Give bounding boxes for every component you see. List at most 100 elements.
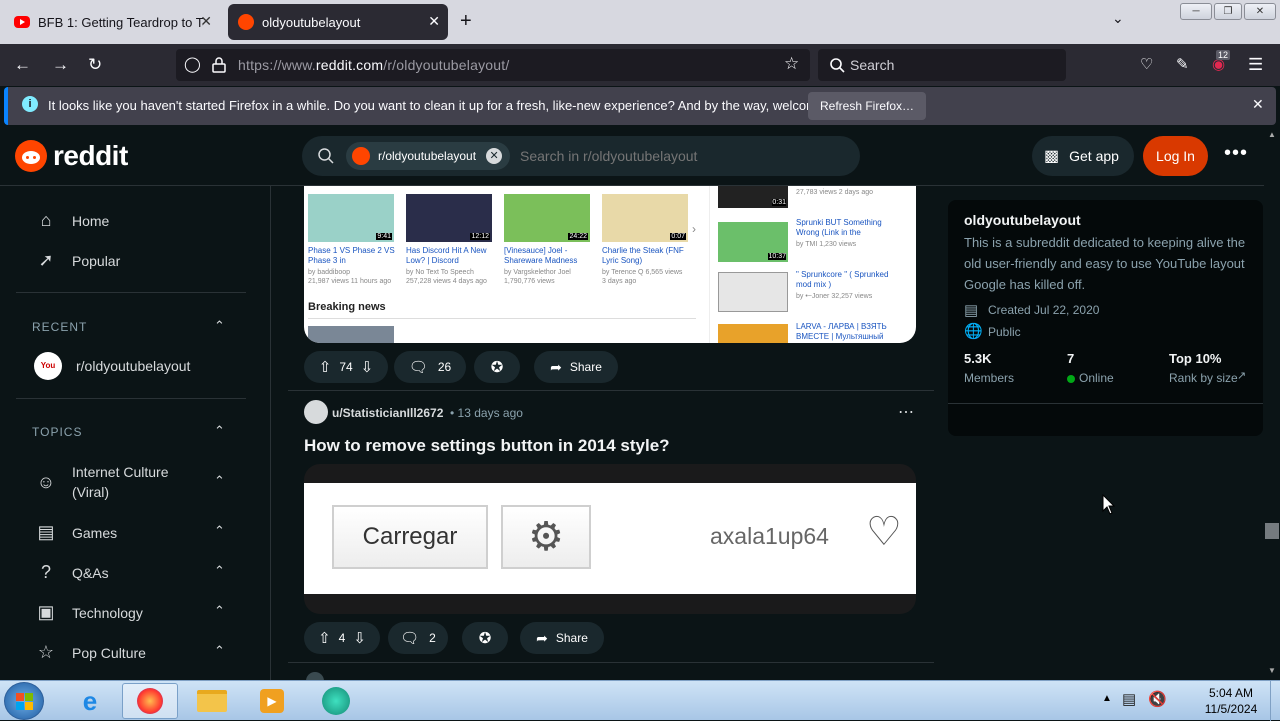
sidebar-item-label: Pop Culture <box>72 644 146 661</box>
refresh-firefox-button[interactable]: Refresh Firefox… <box>808 92 927 120</box>
video-title: Charlie the Steak (FNF Lyric Song) <box>602 246 684 265</box>
system-clock[interactable]: 5:04 AM 11/5/2024 <box>1196 685 1266 717</box>
network-icon[interactable]: ▤ <box>1122 690 1136 708</box>
comments-button[interactable]: 🗨 26 <box>394 351 466 383</box>
maximize-button[interactable]: ❐ <box>1214 3 1242 20</box>
share-button[interactable]: ➦ Share <box>520 622 604 654</box>
chevron-up-icon[interactable]: ⌃ <box>214 423 225 439</box>
chevron-up-icon[interactable]: ⌃ <box>214 643 225 659</box>
firefox-icon[interactable] <box>122 683 178 719</box>
sidebar-item-games[interactable]: ▤ Games <box>34 522 117 543</box>
video-title: Has Discord Hit A New Low? | Discord <box>406 246 487 265</box>
sidebar-item-internet-culture[interactable]: ☺ Internet Culture (Viral) <box>34 462 169 502</box>
login-button[interactable]: Log In <box>1143 136 1208 176</box>
shield-icon[interactable]: ◯ <box>184 55 201 73</box>
subreddit-search-chip[interactable]: r/oldyoutubelayout ✕ <box>346 142 511 170</box>
avatar[interactable] <box>304 400 328 424</box>
reload-icon[interactable]: ↻ <box>88 55 102 75</box>
notification-text: It looks like you haven't started Firefo… <box>48 98 859 113</box>
topics-header[interactable]: TOPICS <box>32 425 82 439</box>
rank-value: Top 10% <box>1169 351 1222 366</box>
chevron-up-icon[interactable]: ⌃ <box>214 563 225 579</box>
volume-muted-icon[interactable]: 🔇 <box>1148 690 1167 708</box>
sidebar-item-oldyoutubelayout[interactable]: You r/oldyoutubelayout <box>34 352 190 380</box>
app-icon[interactable] <box>308 683 364 719</box>
sidebar-item-home[interactable]: ⌂ Home <box>34 210 110 231</box>
video-meta: by No Text To Speech 257,228 views 4 days… <box>406 269 487 285</box>
chevron-up-icon[interactable]: ⌃ <box>214 603 225 619</box>
post-image[interactable]: 9:41 12:12 24:22 0:07 › Phase 1 VS Phase… <box>304 186 916 343</box>
extensions-icon[interactable]: ✎ <box>1176 55 1189 73</box>
tab-reddit[interactable]: oldyoutubelayout ✕ <box>228 4 448 40</box>
upvote-icon[interactable]: ⇧ <box>318 629 331 647</box>
minimize-button[interactable]: ─ <box>1180 3 1212 20</box>
award-icon: ✪ <box>490 359 504 376</box>
post-menu-icon[interactable]: ⋯ <box>898 402 915 422</box>
url-text: https://www.reddit.com/r/oldyoutubelayou… <box>238 57 510 73</box>
chip-label: r/oldyoutubelayout <box>378 149 477 163</box>
start-button[interactable] <box>4 682 44 720</box>
reddit-search-bar[interactable]: r/oldyoutubelayout ✕ <box>302 136 860 176</box>
new-tab-button[interactable]: + <box>460 10 472 33</box>
share-button[interactable]: ➦ Share <box>534 351 618 383</box>
clear-chip-icon[interactable]: ✕ <box>486 148 503 164</box>
internet-explorer-icon[interactable]: e <box>62 683 118 719</box>
file-explorer-icon[interactable] <box>184 683 240 719</box>
scrollbar-thumb[interactable] <box>1265 523 1279 539</box>
post-title[interactable]: How to remove settings button in 2014 st… <box>304 436 670 456</box>
sidebar-item-pop-culture[interactable]: ☆ Pop Culture <box>34 642 146 663</box>
sidebar-item-label: Technology <box>72 604 143 621</box>
pocket-icon[interactable]: ♡ <box>1140 55 1153 73</box>
reddit-logo[interactable]: reddit <box>15 140 128 172</box>
media-player-icon[interactable]: ▶ <box>244 683 300 719</box>
community-name[interactable]: oldyoutubelayout <box>964 212 1081 228</box>
show-desktop-button[interactable] <box>1270 681 1280 721</box>
close-window-button[interactable]: ✕ <box>1244 3 1276 20</box>
recent-header[interactable]: RECENT <box>32 320 87 334</box>
back-icon[interactable]: ← <box>14 55 31 75</box>
members-count: 5.3K <box>964 351 992 366</box>
chevron-up-icon[interactable]: ⌃ <box>214 318 225 334</box>
close-icon[interactable]: ✕ <box>200 13 212 30</box>
tray-expand-icon[interactable]: ▲ <box>1102 693 1112 704</box>
award-button[interactable]: ✪ <box>474 351 520 383</box>
chevron-down-icon[interactable]: ⌄ <box>1112 10 1124 27</box>
left-sidebar: ⌂ Home ➚ Popular RECENT ⌃ You r/oldyoutu… <box>0 186 271 680</box>
sidebar-item-popular[interactable]: ➚ Popular <box>34 250 120 271</box>
community-visibility: Public <box>988 325 1021 339</box>
downvote-icon[interactable]: ⇩ <box>353 629 366 647</box>
vote-group: ⇧ 4 ⇩ <box>304 622 380 654</box>
more-options-icon[interactable]: ••• <box>1224 142 1248 165</box>
search-placeholder: Search <box>850 57 895 73</box>
downvote-icon[interactable]: ⇩ <box>361 358 374 376</box>
page-scrollbar[interactable]: ▲ ▼ <box>1264 126 1280 680</box>
subreddit-icon <box>352 147 370 165</box>
url-bar[interactable]: ◯ https://www.reddit.com/r/oldyoutubelay… <box>176 49 810 81</box>
reddit-icon <box>238 14 254 30</box>
share-icon: ➦ <box>550 358 562 375</box>
close-icon[interactable]: ✕ <box>1252 96 1264 113</box>
chevron-up-icon[interactable]: ⌃ <box>214 523 225 539</box>
sidebar-item-qas[interactable]: ? Q&As <box>34 562 109 583</box>
post-author[interactable]: u/StatisticianIll2672 <box>332 406 443 420</box>
chevron-up-icon[interactable]: ⌃ <box>214 473 225 489</box>
forward-icon[interactable]: → <box>52 55 69 75</box>
menu-icon[interactable]: ☰ <box>1248 55 1263 75</box>
reddit-search-input[interactable] <box>520 148 840 164</box>
lock-icon[interactable] <box>212 57 226 73</box>
browser-search-bar[interactable]: Search <box>818 49 1066 81</box>
comments-button[interactable]: 🗨 2 <box>388 622 448 654</box>
award-button[interactable]: ✪ <box>462 622 508 654</box>
external-link-icon[interactable]: ↗ <box>1237 369 1246 382</box>
tab-youtube[interactable]: BFB 1: Getting Teardrop to Talk ✕ <box>4 4 220 40</box>
bookmark-star-icon[interactable]: ☆ <box>784 54 799 74</box>
rank-label[interactable]: Rank by size <box>1169 371 1238 385</box>
comment-icon: 🗨 <box>408 359 428 376</box>
get-app-button[interactable]: ▩ Get app <box>1032 136 1134 176</box>
avatar[interactable] <box>306 672 324 680</box>
video-title: LARVA - ЛАРВА | ВЗЯТЬ ВМЕСТЕ | Мультяшны… <box>796 322 887 341</box>
upvote-icon[interactable]: ⇧ <box>319 358 332 376</box>
post-image[interactable]: Carregar ⚙ axala1up64 ♡ <box>304 464 916 614</box>
close-icon[interactable]: ✕ <box>428 13 440 30</box>
sidebar-item-technology[interactable]: ▣ Technology <box>34 602 143 623</box>
